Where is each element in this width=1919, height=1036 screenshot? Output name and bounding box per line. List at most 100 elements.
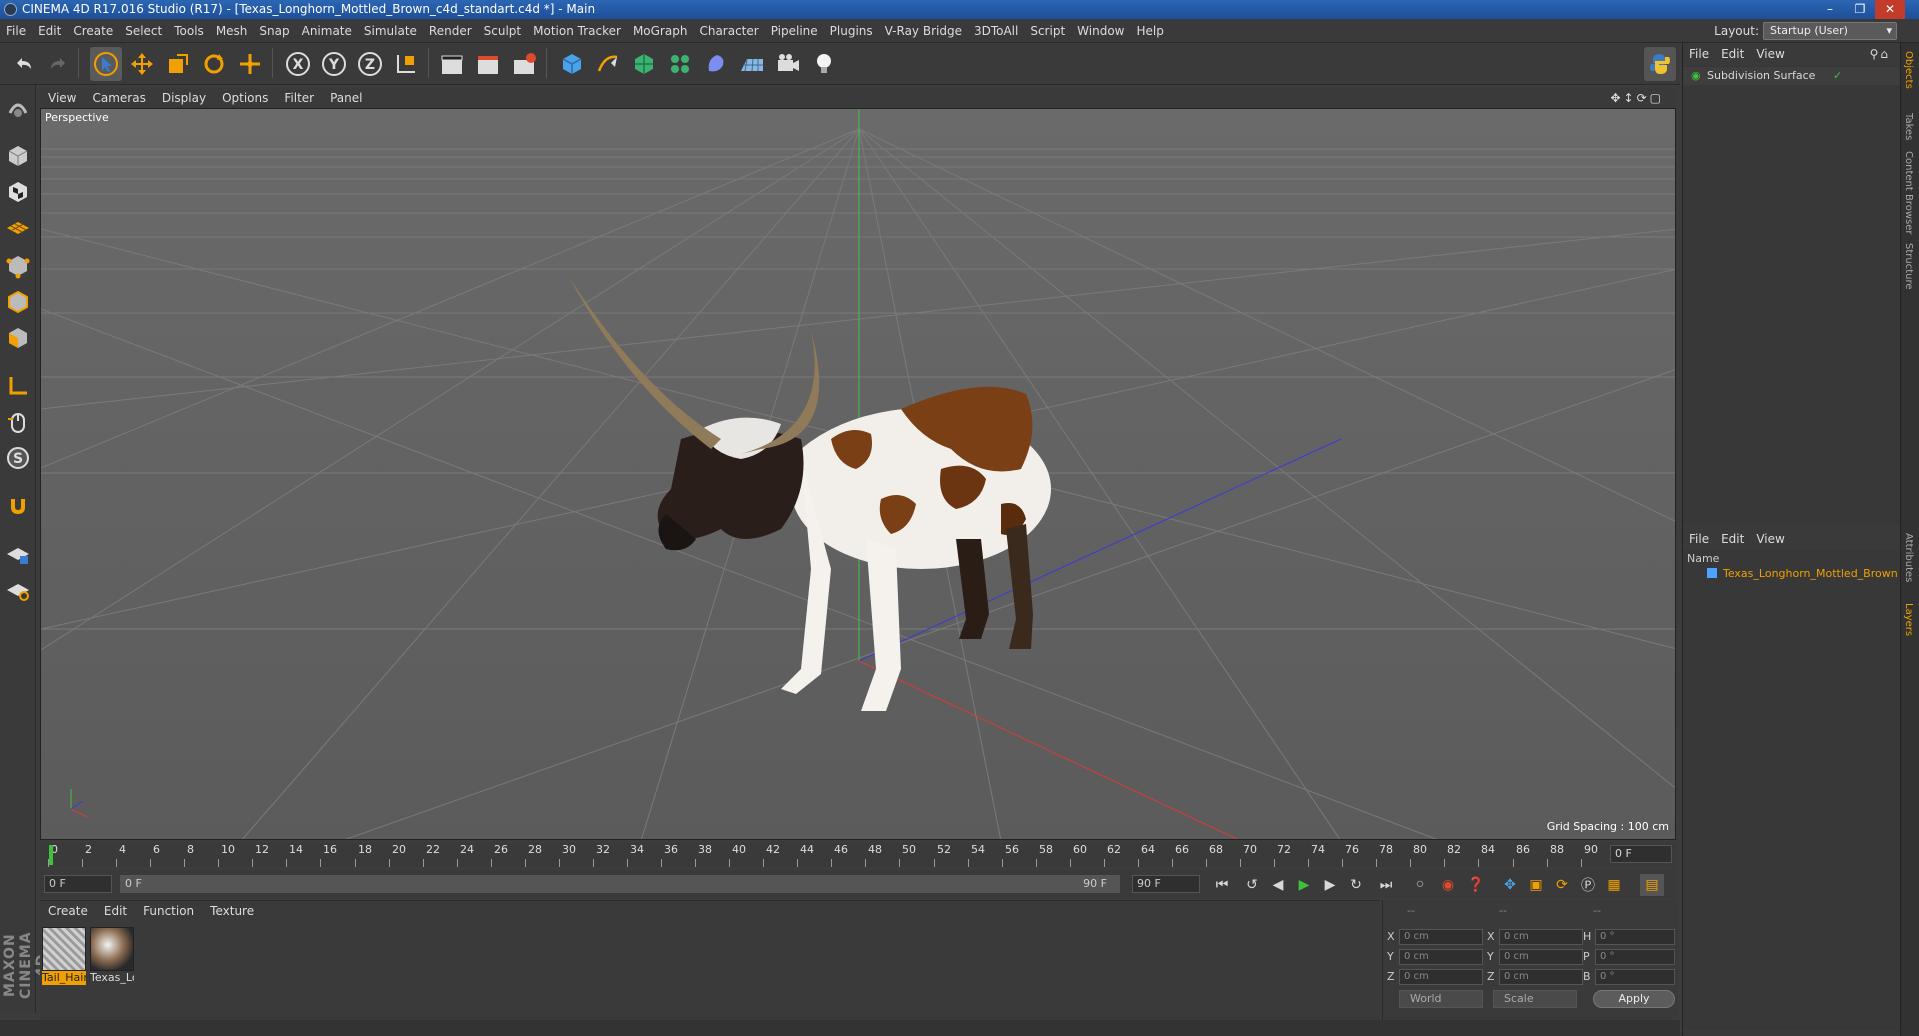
current-frame-field[interactable]: 0 F xyxy=(1610,845,1672,863)
add-light-button[interactable] xyxy=(808,47,840,81)
menu-script[interactable]: Script xyxy=(1024,19,1071,43)
position-x-field[interactable]: 0 cm xyxy=(1399,929,1483,945)
position-z-field[interactable]: 0 cm xyxy=(1399,969,1483,985)
menu-edit[interactable]: Edit xyxy=(32,19,67,43)
material-menu-create[interactable]: Create xyxy=(40,901,96,921)
render-picture-viewer-button[interactable] xyxy=(472,47,504,81)
tab-layers[interactable]: Layers xyxy=(1903,603,1914,636)
apply-button[interactable]: Apply xyxy=(1593,990,1675,1008)
menu-simulate[interactable]: Simulate xyxy=(358,19,423,43)
material-menu-edit[interactable]: Edit xyxy=(96,901,135,921)
add-cube-button[interactable] xyxy=(556,47,588,81)
magnet-tool-button[interactable] xyxy=(2,490,34,522)
redo-button[interactable] xyxy=(42,47,74,81)
points-mode-button[interactable] xyxy=(2,250,34,282)
rotation-h-field[interactable]: 0 ° xyxy=(1595,929,1675,945)
menu-file[interactable]: File xyxy=(0,19,32,43)
menu-help[interactable]: Help xyxy=(1130,19,1169,43)
texture-mode-button[interactable] xyxy=(2,176,34,208)
menu-animate[interactable]: Animate xyxy=(296,19,358,43)
locked-workplane-button[interactable] xyxy=(2,538,34,570)
tab-objects[interactable]: Objects xyxy=(1903,51,1914,89)
scale-tool-button[interactable] xyxy=(162,47,194,81)
rotation-b-field[interactable]: 0 ° xyxy=(1595,969,1675,985)
coordinate-system-button[interactable] xyxy=(390,47,422,81)
transform-tool-button[interactable] xyxy=(234,47,266,81)
close-button[interactable]: ✕ xyxy=(1875,0,1905,19)
viewport-menu-view[interactable]: View xyxy=(40,88,84,108)
perspective-viewport[interactable]: Perspective Grid Spacing : 100 cm xyxy=(40,108,1676,840)
tab-content-browser[interactable]: Content Browser xyxy=(1903,151,1914,234)
objects-menu-edit[interactable]: Edit xyxy=(1715,43,1750,65)
make-editable-button[interactable] xyxy=(2,92,34,124)
tab-structure[interactable]: Structure xyxy=(1903,243,1914,290)
rotation-p-field[interactable]: 0 ° xyxy=(1595,949,1675,965)
snap-button[interactable]: S xyxy=(2,442,34,474)
prev-key-button[interactable]: ↺ xyxy=(1240,874,1264,896)
tweak-mode-button[interactable] xyxy=(2,406,34,438)
key-rotation-button[interactable]: ⟳ xyxy=(1550,874,1574,896)
tab-attributes[interactable]: Attributes xyxy=(1903,533,1914,582)
layers-menu-view[interactable]: View xyxy=(1750,528,1790,550)
z-axis-lock-button[interactable]: Z xyxy=(354,47,386,81)
layer-row[interactable]: Texas_Longhorn_Mottled_Brown xyxy=(1683,566,1901,582)
coordinate-transform-select[interactable]: Scale xyxy=(1493,990,1577,1008)
python-button[interactable] xyxy=(1644,47,1676,81)
go-to-start-button[interactable]: ⏮ xyxy=(1210,874,1234,896)
prev-frame-button[interactable]: ◀ xyxy=(1266,874,1290,896)
menu-mograph[interactable]: MoGraph xyxy=(627,19,694,43)
menu-plugins[interactable]: Plugins xyxy=(824,19,879,43)
layers-menu-edit[interactable]: Edit xyxy=(1715,528,1750,550)
menu-character[interactable]: Character xyxy=(693,19,764,43)
undo-button[interactable] xyxy=(8,47,40,81)
minimize-button[interactable]: – xyxy=(1815,0,1845,19)
layers-menu-file[interactable]: File xyxy=(1683,528,1715,550)
y-axis-lock-button[interactable]: Y xyxy=(318,47,350,81)
tab-takes[interactable]: Takes xyxy=(1903,113,1914,140)
add-generator-button[interactable] xyxy=(628,47,660,81)
add-spline-button[interactable] xyxy=(592,47,624,81)
viewport-menu-options[interactable]: Options xyxy=(214,88,276,108)
menu-window[interactable]: Window xyxy=(1071,19,1130,43)
menu-select[interactable]: Select xyxy=(119,19,168,43)
playhead[interactable] xyxy=(49,845,53,865)
size-y-field[interactable]: 0 cm xyxy=(1499,949,1583,965)
object-row[interactable]: ◉ Subdivision Surface ✓ xyxy=(1683,67,1901,85)
checkmark-icon[interactable]: ✓ xyxy=(1833,69,1842,82)
timeline-ruler[interactable]: 0 2 4 6 8 10 12 14 16 18 20 22 24 26 28 30 32 34 36 38 40 42 4… xyxy=(40,843,1676,867)
render-view-button[interactable] xyxy=(436,47,468,81)
menu-tools[interactable]: Tools xyxy=(168,19,210,43)
viewport-menu-display[interactable]: Display xyxy=(154,88,214,108)
add-camera-button[interactable] xyxy=(772,47,804,81)
menu-pipeline[interactable]: Pipeline xyxy=(765,19,824,43)
objects-search-icon[interactable]: ⚲⌂ xyxy=(1864,43,1896,65)
key-parameter-button[interactable]: Ⓟ xyxy=(1576,874,1600,896)
material-tail-hair[interactable]: Tail_Hair xyxy=(42,927,86,987)
go-to-end-button[interactable]: ⏭ xyxy=(1374,874,1398,896)
model-mode-button[interactable] xyxy=(2,140,34,172)
material-menu-texture[interactable]: Texture xyxy=(202,901,262,921)
menu-mesh[interactable]: Mesh xyxy=(210,19,254,43)
size-z-field[interactable]: 0 cm xyxy=(1499,969,1583,985)
viewport-menu-filter[interactable]: Filter xyxy=(276,88,322,108)
planar-workplane-button[interactable] xyxy=(2,574,34,606)
select-tool-button[interactable] xyxy=(90,47,122,81)
viewport-nav-icons[interactable]: ✥↕⟳▢ xyxy=(1602,88,1672,108)
add-floor-button[interactable] xyxy=(736,47,768,81)
menu-sculpt[interactable]: Sculpt xyxy=(478,19,527,43)
play-button[interactable]: ▶ xyxy=(1292,874,1316,896)
key-position-button[interactable]: ✥ xyxy=(1498,874,1522,896)
next-frame-button[interactable]: ▶ xyxy=(1318,874,1342,896)
objects-menu-file[interactable]: File xyxy=(1683,43,1715,65)
x-axis-lock-button[interactable]: X xyxy=(282,47,314,81)
render-settings-button[interactable] xyxy=(508,47,540,81)
start-frame-field[interactable]: 0 F xyxy=(44,875,112,893)
key-pla-button[interactable]: ▦ xyxy=(1602,874,1626,896)
material-texas-longhorn[interactable]: Texas_Lo xyxy=(90,927,134,987)
position-y-field[interactable]: 0 cm xyxy=(1399,949,1483,965)
move-tool-button[interactable] xyxy=(126,47,158,81)
restore-button[interactable]: ❐ xyxy=(1845,0,1875,19)
menu-motion-tracker[interactable]: Motion Tracker xyxy=(527,19,627,43)
next-key-button[interactable]: ↻ xyxy=(1344,874,1368,896)
polygons-mode-button[interactable] xyxy=(2,322,34,354)
